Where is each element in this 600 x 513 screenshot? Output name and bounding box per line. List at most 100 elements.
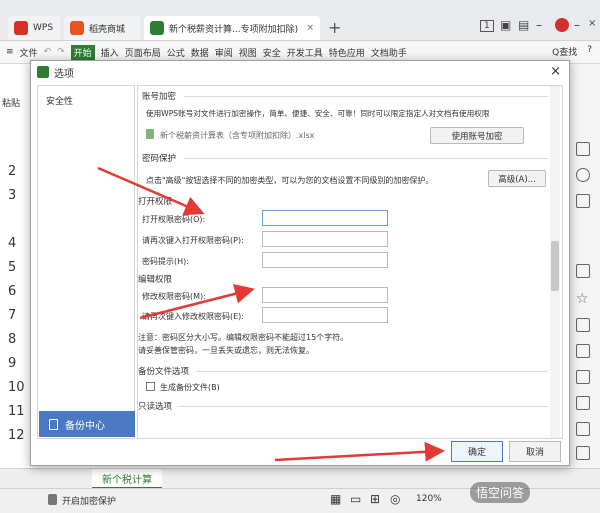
open-password-confirm-label: 请再次键入打开权限密码(P): [142, 236, 244, 245]
docer-logo-icon [70, 21, 84, 35]
cancel-button[interactable]: 取消 [509, 441, 561, 462]
scrollbar-thumb[interactable] [551, 241, 559, 291]
pagebreak-view-icon[interactable]: ⊞ [370, 492, 380, 506]
tab-count-badge[interactable]: 1 [480, 20, 494, 32]
password-hint-input[interactable] [262, 252, 388, 268]
nav-item-security[interactable]: 安全性 [46, 94, 73, 107]
edit-password-input[interactable] [262, 287, 388, 303]
tab-label: 稻壳商城 [89, 24, 126, 35]
xlsx-file-icon [146, 129, 154, 139]
security-panel: 账号加密 使用WPS账号对文件进行加密操作，简单、便捷、安全、可靠！同时可以限定… [137, 85, 563, 439]
backup-checkbox[interactable] [146, 382, 155, 391]
tab-label: WPS [33, 23, 54, 33]
share-icon[interactable] [576, 344, 590, 358]
divider [184, 158, 548, 159]
table-icon[interactable] [576, 194, 590, 208]
close-window-button[interactable]: × [588, 18, 596, 29]
menu-page-layout[interactable]: 页面布局 [125, 46, 161, 59]
dialog-nav: 安全性 [37, 85, 135, 439]
help-button[interactable]: ? [587, 45, 592, 58]
close-tab-icon[interactable]: × [306, 23, 314, 33]
menu-insert[interactable]: 插入 [101, 46, 119, 59]
side-tool-icon[interactable] [576, 142, 590, 156]
section-title: 账号加密 [142, 92, 177, 102]
section-title: 密码保护 [142, 154, 177, 164]
scrollbar[interactable] [550, 86, 560, 438]
menu-security[interactable]: 安全 [263, 46, 281, 59]
title-bar: WPS 稻壳商城 新个税薪资计算...专项附加扣除) × + 1 ▣ ▤ – –… [0, 0, 600, 41]
edit-password-label: 修改权限密码(M): [142, 292, 206, 301]
settings-icon[interactable] [576, 446, 590, 460]
tab-label: 新个税薪资计算...专项附加扣除) [169, 24, 299, 35]
backup-center-label: 备份中心 [65, 420, 105, 432]
password-note: 注意：密码区分大小写。编辑权限密码不能超过15个字符。 [138, 333, 349, 342]
file-name: 新个税薪资计算表（含专项附加扣除）.xlsx [160, 131, 315, 140]
divider [196, 371, 548, 372]
backup-center-button[interactable]: 备份中心 [39, 411, 135, 437]
normal-view-icon[interactable]: ▦ [330, 492, 341, 506]
backup-checkbox-label[interactable]: 生成备份文件(B) [160, 382, 220, 393]
minimize-button[interactable]: – [536, 18, 542, 32]
search-button[interactable]: Q查找 [552, 45, 577, 58]
skin-icon[interactable]: ▣ [500, 18, 511, 32]
hamburger-icon[interactable]: ≡ [6, 47, 14, 57]
wps-logo-icon [37, 66, 49, 78]
minimize-button[interactable]: – [574, 18, 580, 32]
paste-label: 粘贴 [2, 99, 21, 109]
divider [178, 406, 548, 407]
dialog-close-button[interactable]: × [550, 64, 561, 79]
redo-icon[interactable]: ↷ [57, 47, 65, 57]
menu-right-tools: Q查找 ? [552, 45, 592, 58]
account-encrypt-button[interactable]: 使用账号加密 [430, 127, 524, 144]
tab-document[interactable]: 新个税薪资计算...专项附加扣除) × [144, 16, 320, 40]
add-tab-button[interactable]: + [328, 18, 341, 37]
panel-icon[interactable] [576, 318, 590, 332]
password-desc: 点击"高级"按钮选择不同的加密类型，可以为您的文档设置不同级别的加密保护。 [146, 176, 434, 185]
password-warning: 请妥善保管密码，一旦丢失或遗忘，则无法恢复。 [138, 346, 314, 355]
undo-icon[interactable]: ↶ [44, 47, 52, 57]
right-sidebar: ☆ [566, 64, 600, 488]
dialog-title: 选项 [54, 68, 74, 80]
menu-developer[interactable]: 开发工具 [287, 46, 323, 59]
ok-button[interactable]: 确定 [451, 441, 503, 462]
menu-formula[interactable]: 公式 [167, 46, 185, 59]
menu-file[interactable]: 文件 [20, 46, 38, 59]
image-icon[interactable] [576, 370, 590, 384]
section-title: 备份文件选项 [138, 367, 190, 377]
menu-review[interactable]: 审阅 [215, 46, 233, 59]
star-icon[interactable]: ☆ [576, 292, 590, 306]
section-title: 只读选项 [138, 402, 173, 412]
password-hint-label: 密码提示(H): [142, 257, 189, 266]
spreadsheet-icon [150, 21, 164, 35]
backup-icon [49, 418, 58, 430]
open-password-confirm-input[interactable] [262, 231, 388, 247]
account-encrypt-desc: 使用WPS账号对文件进行加密操作，简单、便捷、安全、可靠！同时可以限定指定人对文… [146, 109, 490, 118]
encrypt-protect-link[interactable]: 开启加密保护 [62, 494, 116, 507]
menu-features[interactable]: 特色应用 [329, 46, 365, 59]
edit-icon[interactable] [576, 396, 590, 410]
subsection-title: 打开权限 [138, 197, 173, 207]
options-dialog: 选项 × 安全性 备份中心 账号加密 使用WPS账号对文件进行加密操作，简单、便… [30, 60, 570, 466]
tab-docer-store[interactable]: 稻壳商城 [64, 16, 140, 40]
reading-view-icon[interactable]: ◎ [390, 492, 400, 506]
watermark: 悟空问答 [470, 482, 531, 503]
edit-password-confirm-input[interactable] [262, 307, 388, 323]
layout-icon[interactable]: ▤ [518, 18, 529, 32]
avatar[interactable] [555, 18, 569, 32]
zoom-level[interactable]: 120% [416, 494, 442, 504]
advanced-button[interactable]: 高级(A)... [488, 170, 546, 187]
menu-view[interactable]: 视图 [239, 46, 257, 59]
page-view-icon[interactable]: ▭ [350, 492, 361, 506]
menu-data[interactable]: 数据 [191, 46, 209, 59]
pages-icon[interactable] [576, 264, 590, 278]
wps-logo-icon [14, 21, 28, 35]
tab-wps[interactable]: WPS [8, 16, 60, 40]
open-password-input[interactable] [262, 210, 388, 226]
sheet-tab[interactable]: 新个税计算 [92, 469, 162, 489]
backup-icon[interactable] [576, 422, 590, 436]
shape-icon[interactable] [576, 168, 590, 182]
menu-home[interactable]: 开始 [70, 44, 95, 60]
edit-password-confirm-label: 请再次键入修改权限密码(E): [142, 312, 244, 321]
menu-doc-assistant[interactable]: 文档助手 [371, 46, 407, 59]
open-password-label: 打开权限密码(O): [142, 215, 206, 224]
